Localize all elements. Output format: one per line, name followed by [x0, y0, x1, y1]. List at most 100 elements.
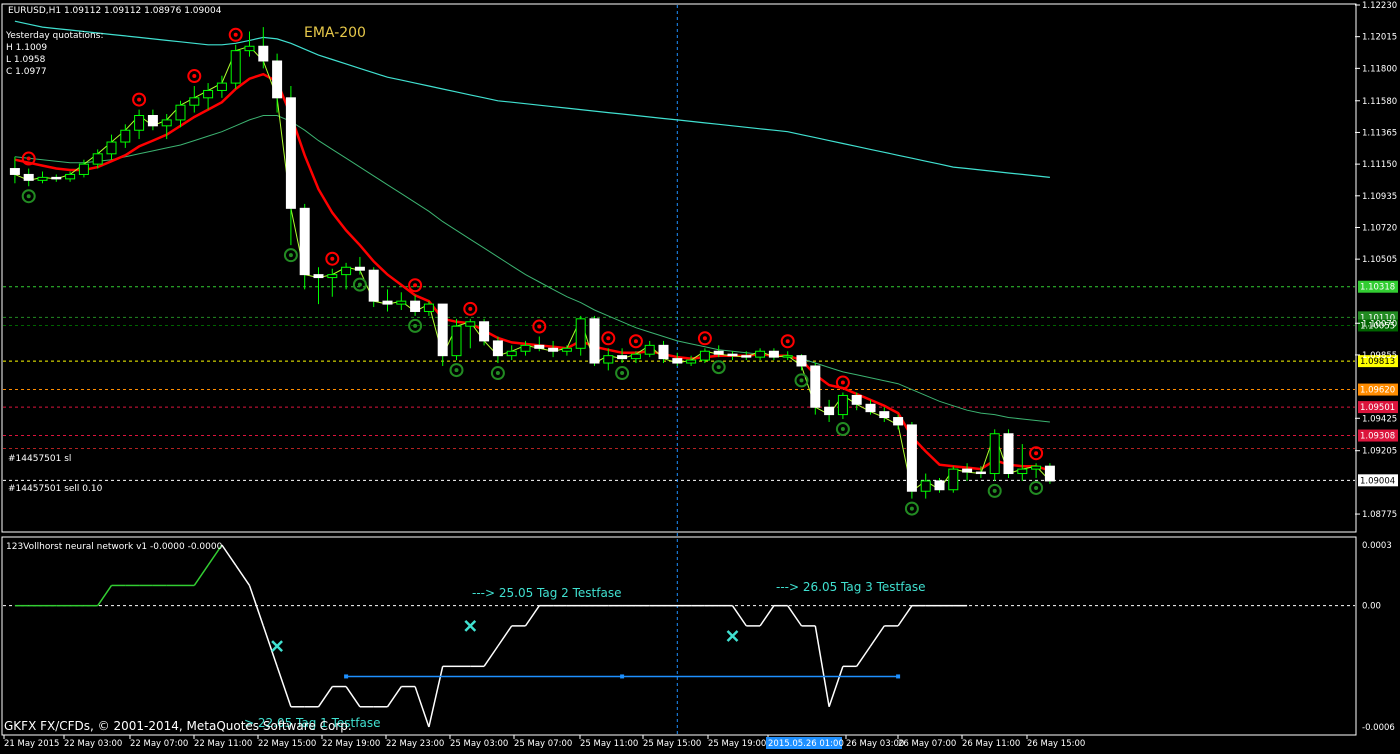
- buy-signal-dot: [799, 378, 804, 383]
- candle-body: [341, 266, 352, 276]
- candle-body: [824, 406, 835, 416]
- level-tag-text-6: 1.09308: [1360, 432, 1395, 442]
- sell-signal-dot: [702, 336, 707, 341]
- candle-body: [658, 344, 669, 360]
- candle-body: [161, 119, 172, 127]
- buy-signal-dot: [716, 365, 721, 370]
- time-tick-label: 22 May 11:00: [194, 739, 252, 749]
- annotation-tag2: ---> 25.05 Tag 2 Testfase: [472, 586, 621, 600]
- candle-body: [51, 176, 62, 180]
- blue-level-handle: [620, 674, 625, 679]
- order-sl-label: #14457501 sl: [8, 454, 71, 464]
- candle-body: [78, 163, 89, 175]
- price-tick-label: 1.11150: [1362, 160, 1397, 170]
- time-tick-label: 25 May 03:00: [450, 739, 508, 749]
- candle-body: [65, 173, 76, 180]
- buy-signal-dot: [1034, 485, 1039, 490]
- ema200-line: [14, 20, 1050, 178]
- buy-signal-dot: [840, 427, 845, 432]
- annotation-tag3: ---> 26.05 Tag 3 Testfase: [776, 580, 925, 594]
- chart-canvas[interactable]: 1.103181.101101.100551.098131.096201.095…: [0, 0, 1400, 750]
- time-tick-label: 22 May 23:00: [386, 739, 444, 749]
- candle-body: [23, 173, 34, 181]
- price-tick-label: 1.10070: [1362, 319, 1397, 329]
- candle-body: [796, 355, 807, 367]
- price-tick-label: 1.08775: [1362, 510, 1397, 520]
- price-tick-label: 1.12015: [1362, 33, 1397, 43]
- sell-signal-dot: [537, 324, 542, 329]
- candle-body: [948, 468, 959, 491]
- candle-body: [617, 355, 628, 360]
- candle-body: [368, 269, 379, 302]
- candle-body: [548, 347, 559, 352]
- indicator-line-segment: [235, 564, 251, 586]
- sell-signal-dot: [192, 74, 197, 79]
- candle-body: [492, 340, 503, 357]
- buy-signal-dot: [620, 371, 625, 376]
- ema-fast-line: [14, 72, 1051, 472]
- candle-body: [893, 417, 904, 426]
- time-tick-label: 22 May 03:00: [64, 739, 122, 749]
- indicator-panel-frame: [1, 536, 1357, 736]
- candle-body: [630, 353, 641, 360]
- candle-body: [451, 325, 462, 357]
- candle-body: [865, 403, 876, 413]
- candle-body: [603, 355, 614, 364]
- candle-body: [962, 468, 973, 473]
- indicator-line-segment: [759, 605, 775, 627]
- indicator-line-segment: [97, 585, 113, 607]
- level-tag-text-5: 1.09501: [1360, 403, 1395, 413]
- sell-signal-dot: [330, 256, 335, 261]
- time-tick-label: 22 May 07:00: [130, 739, 188, 749]
- candle-body: [561, 347, 572, 352]
- indicator-line-segment: [897, 605, 913, 627]
- indicator-line-segment: [869, 625, 885, 647]
- candle-body: [713, 350, 724, 355]
- candle-body: [216, 82, 227, 91]
- indicator-tick-label: 0.00: [1362, 602, 1381, 612]
- time-tick-label: 22 May 15:00: [258, 739, 316, 749]
- yesterday-high: H 1.1009: [6, 43, 47, 53]
- indicator-line-segment: [497, 625, 513, 647]
- candle-body: [92, 153, 103, 165]
- indicator-line-segment: [428, 666, 444, 728]
- candle-body: [313, 274, 324, 279]
- candle-body: [189, 97, 200, 106]
- price-tick-label: 1.10505: [1362, 255, 1397, 265]
- indicator-header: 123Vollhorst neural network v1 -0.0000 -…: [6, 542, 223, 552]
- indicator-line-segment: [524, 605, 540, 627]
- blue-level-handle: [896, 674, 901, 679]
- candle-body: [272, 60, 283, 99]
- time-tick-label: 25 May 11:00: [580, 739, 638, 749]
- time-tick-label: 26 May 11:00: [962, 739, 1020, 749]
- price-axis: 1.12230 1.12015 1.11800 1.11580 1.11365 1.111…: [1355, 1, 1397, 520]
- time-tick-label: 26 May 03:00: [846, 739, 904, 749]
- indicator-line-segment: [814, 625, 830, 707]
- price-tick-label: 1.11365: [1362, 128, 1397, 138]
- time-tick-label: 25 May 19:00: [708, 739, 766, 749]
- candle-body: [327, 274, 338, 279]
- indicator-line-segment: [414, 686, 430, 728]
- candles: [9, 27, 1055, 499]
- indicator-line-segment: [731, 605, 747, 627]
- price-tick-label: 1.10720: [1362, 223, 1397, 233]
- indicator-line-segment: [386, 686, 402, 708]
- price-tick-label: 1.09205: [1362, 447, 1397, 457]
- candle-body: [9, 168, 20, 175]
- order-sell-label: #14457501 sell 0.10: [8, 484, 103, 494]
- candle-body: [423, 303, 434, 312]
- candle-body: [410, 300, 421, 312]
- time-tick-label: 2015.05.26 01:00: [768, 739, 844, 749]
- candle-body: [1017, 468, 1028, 475]
- candle-body: [575, 318, 586, 349]
- candle-body: [1031, 465, 1042, 470]
- yesterday-title: Yesterday quotations:: [5, 31, 103, 41]
- sell-signal-dot: [633, 339, 638, 344]
- price-tick-label: 1.10935: [1362, 192, 1397, 202]
- indicator-line-segment: [828, 666, 844, 708]
- indicator-line-segment: [193, 564, 209, 586]
- sell-signal-dot: [26, 156, 31, 161]
- cross-marker: [271, 640, 283, 652]
- candle-body: [382, 300, 393, 305]
- buy-signal-dot: [454, 368, 459, 373]
